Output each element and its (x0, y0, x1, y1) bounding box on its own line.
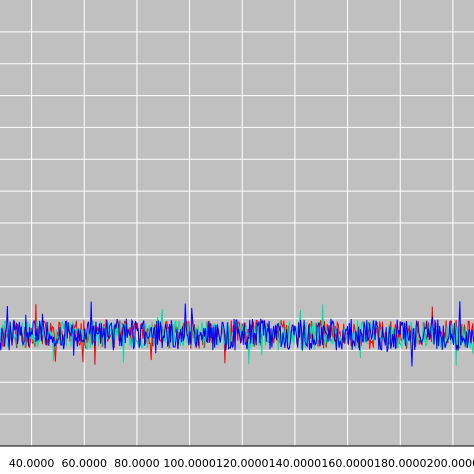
x-tick-label: 180.0000 (374, 457, 427, 470)
x-tick-label: 120.0000 (216, 457, 269, 470)
x-tick-label: 100.0000 (163, 457, 216, 470)
x-tick-label: 40.0000 (9, 457, 55, 470)
x-tick-label: 160.0000 (321, 457, 374, 470)
x-tick-label: 80.0000 (114, 457, 160, 470)
chart: 40.0000 60.0000 80.0000 100.0000 120.0000 140… (0, 0, 474, 474)
x-tick-labels: 40.0000 60.0000 80.0000 100.0000 120.0000 140… (9, 457, 474, 470)
x-tick-label: 60.0000 (62, 457, 108, 470)
x-tick-label: 200.0000 (427, 457, 474, 470)
x-tick-label: 140.0000 (269, 457, 322, 470)
chart-svg: 40.0000 60.0000 80.0000 100.0000 120.0000 140… (0, 0, 474, 470)
